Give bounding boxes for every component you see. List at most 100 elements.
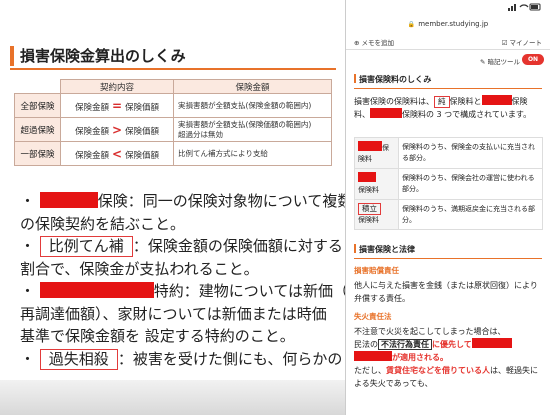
text: 保険料の 3 つで構成されています。	[402, 110, 532, 119]
answer-box[interactable]: 過失相殺	[39, 348, 118, 370]
note-line: ・ 特約：建物については新価（	[20, 280, 345, 303]
note-text: 保険：同一の保険対象物について複数	[97, 192, 345, 210]
highlight-text: に優先して	[432, 340, 472, 349]
note-line: ・ 比例てん補 ：保険金額の保険価額に対する	[20, 235, 343, 258]
row-comparison: 保険金額 < 保険価額	[60, 141, 174, 166]
paragraph: 他人に与えた損害を金銭（または原状回復）により弁償する責任。	[354, 281, 538, 303]
marker-tool-text: 暗記ツール	[487, 58, 521, 66]
section-heading-text: 損害保険と法律	[359, 245, 415, 254]
address-bar[interactable]: 🔒 member.studying.jp	[346, 16, 550, 32]
comparison-operator: >	[111, 122, 123, 137]
hidden-answer-mask[interactable]	[358, 172, 376, 182]
row-label: 全部保険	[14, 93, 61, 118]
comparison-right: 保険価額	[125, 102, 160, 113]
answer-box[interactable]: 純	[434, 96, 450, 108]
text: 保険料	[358, 186, 379, 194]
bullet: ・	[20, 282, 36, 300]
row-body: 保険料のうち、保険金の支払いに充当される部分。	[398, 137, 543, 169]
comparison-operator: =	[111, 98, 123, 113]
status-bar	[346, 0, 550, 16]
paragraph: 不注意で火災を起こしてしまった場合は、 民法の 不法行為責任 に優先して が適用され…	[354, 325, 542, 390]
title-accent-bar	[10, 46, 14, 66]
add-memo-button[interactable]: ⊕ メモを追加	[354, 37, 394, 47]
text: 保	[382, 144, 389, 152]
text: 保	[511, 97, 520, 106]
highlight-text: が適用される。	[392, 353, 448, 362]
page-toolbar: ⊕ メモを追加 ☑ マイノート	[346, 32, 550, 50]
text: 保険料	[358, 216, 379, 224]
row-result-line: 実損害額が全額支払(保険価額の範囲内)	[178, 119, 312, 129]
marker-icon: ✎	[479, 58, 486, 66]
mynote-button[interactable]: ☑ マイノート	[502, 37, 542, 47]
subheading: 損害賠償責任	[354, 266, 399, 275]
row-head: 保険料	[354, 137, 399, 169]
hidden-answer-mask[interactable]	[370, 108, 402, 118]
row-label: 一部保険	[14, 141, 61, 166]
table-header: 契約内容	[60, 79, 174, 94]
row-body: 保険料のうち、満期返戻金に充当される部分。	[398, 199, 543, 230]
section-heading: 損害保険と法律	[354, 244, 542, 259]
row-result: 実損害額が全額支払(保険価額の範囲内) 超過分は無効	[173, 117, 332, 142]
plus-circle-icon: ⊕	[354, 39, 360, 47]
row-comparison: 保険金額 > 保険価額	[60, 117, 174, 142]
marker-tool-label: ✎ 暗記ツール	[480, 56, 520, 66]
checkbox-icon: ☑	[501, 39, 508, 47]
marker-toggle[interactable]: ON	[522, 54, 544, 65]
slide-title: 損害保険金算出のしくみ	[20, 47, 186, 65]
paragraph: 損害保険の保険料は、純保険料と 保険料、 保険料の 3 つで構成されています。	[354, 95, 542, 121]
row-result-line: 超過分は無効	[178, 129, 223, 139]
handwritten-notes: ・ 保険：同一の保険対象物について複数 の保険契約を結ぶこと。 ・ 比例てん補：…	[20, 190, 345, 370]
table-row: 一部保険 保険金額 < 保険価額 比例てん補方式により支給	[14, 141, 332, 166]
table-header: 保険金額	[173, 79, 332, 94]
section-heading-text: 損害保険料のしくみ	[359, 75, 432, 84]
note-text: ：保険金額の保険価額に対する	[132, 237, 343, 255]
hidden-answer-mask[interactable]	[358, 141, 382, 151]
hidden-answer-mask[interactable]	[39, 192, 98, 208]
url-text: member.studying.jp	[418, 20, 489, 28]
row-result: 実損害額が全額支払(保険金額の範囲内)	[173, 93, 332, 118]
table-row: 保険料 保険料のうち、保険金の支払いに充当される部分。	[354, 137, 543, 169]
heading-accent	[354, 74, 356, 83]
row-head: 保険料	[354, 168, 399, 200]
bullet: ・	[20, 192, 36, 210]
lock-icon: 🔒	[407, 21, 416, 28]
answer-box[interactable]: 不法行為責任	[378, 339, 432, 350]
highlight-text: 賃貸住宅などを借りている人	[386, 366, 490, 375]
insurance-calc-table: 契約内容 保険金額 全部保険 保険金額 = 保険価額 実損害額が全額支払(保険金額の…	[14, 79, 332, 166]
hidden-answer-mask[interactable]	[354, 351, 392, 361]
bottom-fade	[0, 380, 345, 415]
hidden-answer-mask[interactable]	[481, 95, 512, 105]
text: ただし、	[354, 366, 386, 375]
text: 不注意で火災を起こしてしまった場合は、	[354, 327, 506, 336]
hidden-answer-mask[interactable]	[471, 338, 512, 348]
mynote-label: マイノート	[509, 39, 543, 47]
lecture-slide: 損害保険金算出のしくみ 契約内容 保険金額 全部保険 保険金額 = 保険価額 実損害…	[0, 0, 345, 415]
comparison-right: 保険価額	[125, 126, 160, 137]
section-heading: 損害保険料のしくみ	[354, 74, 542, 89]
slide-title-bar: 損害保険金算出のしくみ	[10, 44, 336, 70]
browser-panel: 🔒 member.studying.jp ⊕ メモを追加 ☑ マイノート ✎ 暗記…	[345, 0, 550, 415]
text: 険料	[358, 155, 372, 163]
note-line: 再調達価額）、家財については新価または時価	[20, 304, 327, 323]
table-row: 全部保険 保険金額 = 保険価額 実損害額が全額支払(保険金額の範囲内)	[14, 93, 332, 118]
note-line: 基準で保険金額を 設定する特約のこと。	[20, 327, 295, 345]
note-text: 特約：建物については新価（	[153, 282, 345, 300]
bullet: ・	[20, 349, 36, 368]
table-row: 積立 保険料 保険料のうち、満期返戻金に充当される部分。	[354, 199, 543, 230]
text: 保険料と	[449, 97, 482, 106]
premium-table: 保険料 保険料のうち、保険金の支払いに充当される部分。 保険料 保険料のうち、保…	[354, 137, 543, 230]
note-line: 割合で、保険金が支払われること。	[20, 259, 259, 278]
row-comparison: 保険金額 = 保険価額	[60, 93, 174, 118]
answer-box[interactable]: 比例てん補	[39, 236, 133, 257]
status-icons	[508, 3, 542, 13]
hidden-answer-mask[interactable]	[39, 282, 154, 298]
comparison-left: 保険金額	[74, 102, 109, 113]
answer-box[interactable]: 積立	[358, 203, 381, 215]
comparison-left: 保険金額	[74, 150, 109, 161]
marker-tool-bar: ✎ 暗記ツール ON	[346, 50, 550, 70]
row-head: 積立 保険料	[354, 199, 399, 230]
note-text: ：被害を受けた側にも、何らかの	[117, 349, 343, 368]
text: 損害保険の保険料は、	[354, 97, 434, 106]
note-line: の保険契約を結ぶこと。	[20, 214, 186, 233]
table-row: 保険料 保険料のうち、保険会社の運営に使われる部分。	[354, 168, 543, 200]
